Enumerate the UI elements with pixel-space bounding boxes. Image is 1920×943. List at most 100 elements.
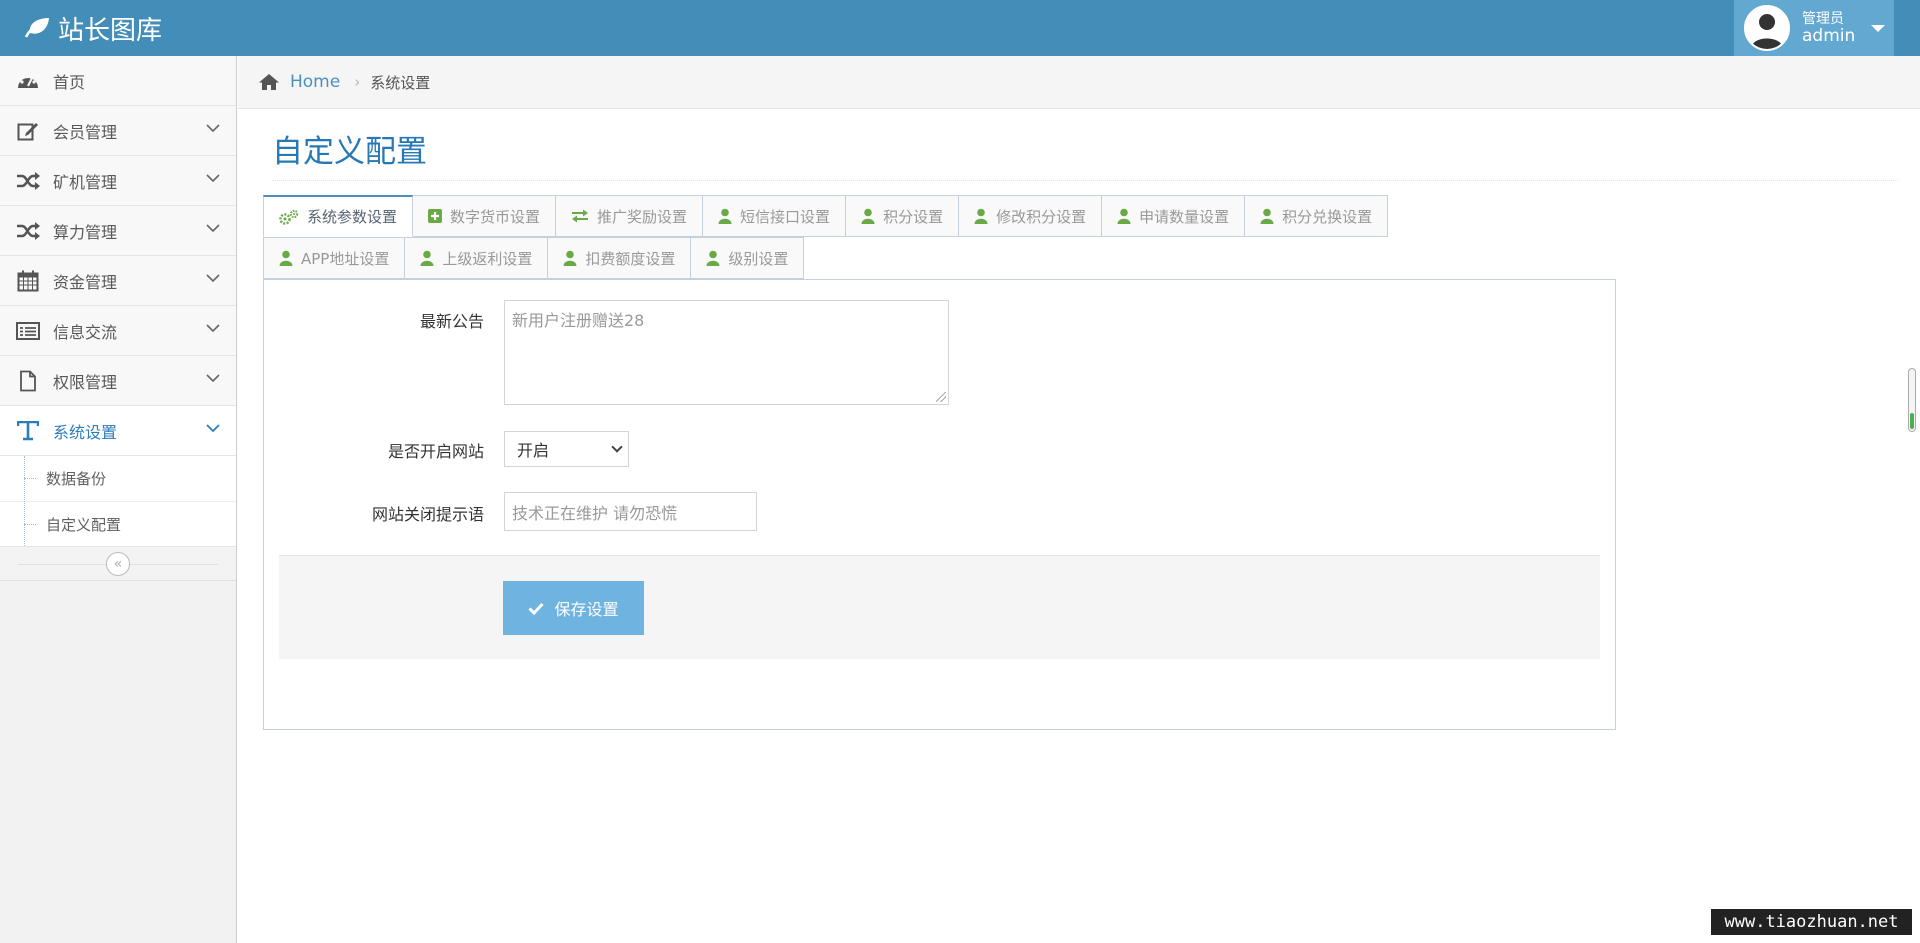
sidebar-item-funds[interactable]: 资金管理 [0, 256, 236, 306]
scrollbar-thumb[interactable] [1908, 368, 1916, 432]
tab-label: 短信接口设置 [740, 207, 831, 226]
breadcrumb-current: 系统设置 [370, 73, 431, 92]
tab-label: 数字货币设置 [450, 207, 541, 226]
gears-icon [279, 209, 299, 225]
tab-panel-system-params: 最新公告 新用户注册赠送28 是否开启网站 开启 网站关闭提示语 技术正在维护 … [263, 279, 1616, 730]
tab-points[interactable]: 积分设置 [846, 195, 960, 237]
tab-label: 积分兑换设置 [1282, 207, 1373, 226]
submenu-item-label: 自定义配置 [46, 515, 122, 534]
sidebar-item-miners[interactable]: 矿机管理 [0, 156, 236, 206]
tab-system-params[interactable]: 系统参数设置 [263, 195, 414, 237]
sidebar-item-label: 系统设置 [53, 422, 118, 442]
breadcrumb-separator-icon: › [354, 73, 361, 91]
sidebar-item-members[interactable]: 会员管理 [0, 106, 236, 156]
user-icon [420, 250, 434, 266]
tab-deduction-quota[interactable]: 扣费额度设置 [548, 237, 692, 279]
tab-digital-currency[interactable]: 数字货币设置 [413, 195, 557, 237]
tab-level-settings[interactable]: 级别设置 [691, 237, 805, 279]
breadcrumb: Home › 系统设置 [238, 56, 1920, 109]
notice-label: 最新公告 [419, 312, 484, 331]
page-title: 自定义配置 [272, 134, 427, 170]
double-chevron-left-icon[interactable]: « [106, 552, 130, 576]
tab-label: 上级返利设置 [442, 249, 533, 268]
user-icon [974, 208, 988, 224]
submenu-item-custom-config[interactable]: 自定义配置 [0, 501, 236, 546]
user-menu[interactable]: 管理员 admin [1734, 0, 1894, 56]
tab-label: APP地址设置 [301, 249, 390, 268]
resize-grip-icon[interactable] [936, 392, 946, 402]
tab-label: 积分设置 [883, 207, 944, 226]
plus-square-icon [428, 209, 443, 223]
site-open-select[interactable]: 开启 [504, 431, 629, 467]
sidebar-item-system-settings[interactable]: 系统设置 [0, 406, 236, 456]
site-open-label: 是否开启网站 [387, 442, 484, 461]
close-tip-label: 网站关闭提示语 [371, 505, 484, 524]
sidebar-item-permissions[interactable]: 权限管理 [0, 356, 236, 406]
tab-row-1: 系统参数设置 数字货币设置 推广奖励设置 短信接口设置 积分设置 修改积分设置 … [263, 195, 1617, 237]
edit-icon [14, 120, 42, 142]
chevron-down-icon [206, 424, 220, 433]
tab-modify-points[interactable]: 修改积分设置 [959, 195, 1103, 237]
tab-promotion-reward[interactable]: 推广奖励设置 [556, 195, 704, 237]
sidebar-item-label: 首页 [53, 72, 86, 92]
chevron-down-icon [206, 124, 220, 133]
breadcrumb-home-link[interactable]: Home [290, 72, 340, 92]
tab-sms-api[interactable]: 短信接口设置 [703, 195, 847, 237]
sidebar-item-label: 资金管理 [53, 272, 118, 292]
tab-upline-rebate[interactable]: 上级返利设置 [405, 237, 549, 279]
tab-label: 推广奖励设置 [597, 207, 688, 226]
notice-textarea[interactable]: 新用户注册赠送28 [504, 300, 949, 405]
user-icon [1260, 208, 1274, 224]
sidebar-item-hashrate[interactable]: 算力管理 [0, 206, 236, 256]
sidebar-item-label: 矿机管理 [53, 172, 118, 192]
chevron-down-icon [206, 374, 220, 383]
chevron-down-icon [206, 274, 220, 283]
form-actions: 保存设置 [279, 555, 1600, 659]
chevron-down-icon [611, 441, 623, 453]
tab-label: 修改积分设置 [996, 207, 1087, 226]
brand-title: 站长图库 [58, 15, 163, 46]
brand[interactable]: 站长图库 [24, 8, 162, 48]
sidebar-item-home[interactable]: 首页 [0, 56, 236, 106]
avatar [1744, 5, 1790, 51]
tab-app-address[interactable]: APP地址设置 [263, 237, 406, 279]
save-button-label: 保存设置 [554, 600, 619, 619]
user-icon [861, 208, 875, 224]
dashboard-icon [14, 70, 42, 92]
random-icon [14, 170, 42, 192]
calendar-icon [14, 270, 42, 292]
tab-row-2: APP地址设置 上级返利设置 扣费额度设置 级别设置 [263, 237, 1617, 279]
top-navbar: 站长图库 管理员 admin [0, 0, 1920, 56]
notice-placeholder: 新用户注册赠送28 [512, 311, 645, 330]
tab-label: 系统参数设置 [307, 208, 398, 226]
sidebar-item-label: 会员管理 [53, 122, 118, 142]
tab-apply-quantity[interactable]: 申请数量设置 [1102, 195, 1246, 237]
tab-label: 级别设置 [728, 249, 789, 268]
user-icon [1117, 208, 1131, 224]
tab-bar: 系统参数设置 数字货币设置 推广奖励设置 短信接口设置 积分设置 修改积分设置 … [263, 195, 1617, 279]
sidebar-item-label: 权限管理 [53, 372, 118, 392]
list-icon [14, 320, 42, 342]
user-icon [563, 250, 577, 266]
exchange-icon [571, 209, 589, 223]
caret-down-icon [1871, 24, 1886, 32]
random-icon [14, 220, 42, 242]
submenu-item-data-backup[interactable]: 数据备份 [0, 456, 236, 501]
sidebar-collapse-bar: « [0, 547, 236, 581]
chevron-down-icon [206, 224, 220, 233]
user-icon [706, 250, 720, 266]
save-button[interactable]: 保存设置 [503, 581, 644, 635]
chevron-down-icon [206, 174, 220, 183]
user-name: admin [1802, 26, 1856, 46]
sidebar-item-label: 算力管理 [53, 222, 118, 242]
text-icon [14, 420, 42, 442]
tab-points-exchange[interactable]: 积分兑换设置 [1245, 195, 1389, 237]
file-icon [14, 370, 42, 392]
close-tip-input[interactable]: 技术正在维护 请勿恐慌 [504, 492, 757, 531]
page-header: 自定义配置 [272, 110, 1898, 181]
tab-label: 申请数量设置 [1139, 207, 1230, 226]
sidebar-item-messages[interactable]: 信息交流 [0, 306, 236, 356]
sidebar: 首页 会员管理 矿机管理 算力管理 资金管理 信息交流 权限管理 系统设置 数据… [0, 56, 237, 943]
submenu-system-settings: 数据备份 自定义配置 [0, 456, 236, 547]
close-tip-placeholder: 技术正在维护 请勿恐慌 [512, 503, 678, 523]
